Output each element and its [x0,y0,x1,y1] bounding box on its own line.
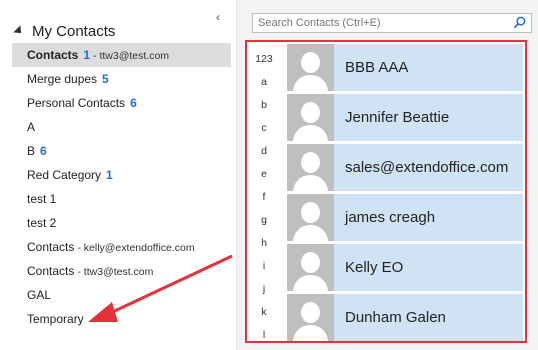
folder-count: 1 [83,48,91,62]
my-contacts-header[interactable]: My Contacts [13,21,116,41]
folder-name: test 1 [27,192,57,206]
folder-name: GAL [27,288,52,302]
contact-name: BBB AAA [345,59,409,76]
search-box[interactable] [252,13,532,33]
contact-card[interactable]: BBB AAA [287,44,523,91]
index-letter[interactable]: e [251,163,277,186]
folder-name: Temporary [27,312,84,326]
folder-list: Contacts 1- ttw3@test.com Merge dupes 5 Pe… [12,43,231,331]
folder-item[interactable]: Red Category 1 [12,163,231,187]
avatar-icon [287,194,334,241]
folder-name: Personal Contacts [27,96,126,110]
index-letter[interactable]: f [251,186,277,209]
search-icon[interactable] [513,16,526,29]
index-letter[interactable]: k [251,301,277,324]
alphabet-index: 123 a b c d e f g h i j k l [251,48,277,347]
folder-name: Contacts [27,240,75,254]
folder-count: 6 [130,96,137,110]
folder-count: 1 [106,168,113,182]
folder-name: Contacts [27,264,75,278]
folder-item[interactable]: Contacts 1- ttw3@test.com [12,43,231,67]
folder-item[interactable]: test 2 [12,211,231,235]
my-contacts-label: My Contacts [32,22,116,40]
folder-name: Contacts [27,48,79,62]
avatar-icon [287,144,334,191]
folder-count: 5 [102,72,109,86]
folder-item[interactable]: B6 [12,139,231,163]
index-letter[interactable]: d [251,140,277,163]
folder-item[interactable]: Merge dupes 5 [12,67,231,91]
search-input[interactable] [253,16,510,30]
collapse-pane-icon[interactable]: ‹ [216,10,220,24]
folder-count: 6 [40,144,47,158]
contact-name: Dunham Galen [345,309,446,326]
folder-name: test 2 [27,216,57,230]
contact-card[interactable]: james creagh [287,194,523,241]
contact-card[interactable]: Jennifer Beattie [287,94,523,141]
folder-item[interactable]: Personal Contacts 6 [12,91,231,115]
folder-item[interactable]: GAL [12,283,231,307]
folder-item[interactable]: Contacts - ttw3@test.com [12,259,231,283]
index-letter[interactable]: g [251,209,277,232]
pane-divider[interactable] [236,0,237,350]
folder-item[interactable]: Contacts - kelly@extendoffice.com [12,235,231,259]
contact-name: Kelly EO [345,259,404,276]
folder-item[interactable]: A [12,115,231,139]
folder-account: - ttw3@test.com [77,266,154,278]
avatar-icon [287,294,334,341]
avatar-icon [287,44,334,91]
contact-list-highlight: 123 a b c d e f g h i j k l BBB AAA Jenn… [245,40,527,343]
folder-account: - ttw3@test.com [93,50,170,62]
contact-card[interactable]: Kelly EO [287,244,523,291]
index-letter[interactable]: h [251,232,277,255]
folder-item[interactable]: test 1 [12,187,231,211]
index-letter[interactable]: l [251,324,277,347]
contact-name: Jennifer Beattie [345,109,450,126]
contact-cards: BBB AAA Jennifer Beattie sales@extendoff… [287,44,523,344]
avatar-icon [287,94,334,141]
index-letter[interactable]: b [251,94,277,117]
index-letter[interactable]: 123 [251,48,277,71]
contact-card[interactable]: Dunham Galen [287,294,523,341]
folder-name: B [27,144,36,158]
folder-name: Red Category [27,168,102,182]
contact-name: james creagh [345,209,436,226]
folder-name: Merge dupes [27,72,98,86]
avatar-icon [287,244,334,291]
index-letter[interactable]: j [251,278,277,301]
expand-triangle-icon[interactable] [13,25,25,37]
folder-name: A [27,120,36,134]
index-letter[interactable]: i [251,255,277,278]
folder-item-temporary[interactable]: Temporary [12,307,231,331]
index-letter[interactable]: a [251,71,277,94]
contact-name: sales@extendoffice.com [345,159,509,176]
folder-account: - kelly@extendoffice.com [77,242,195,254]
contact-card[interactable]: sales@extendoffice.com [287,144,523,191]
index-letter[interactable]: c [251,117,277,140]
